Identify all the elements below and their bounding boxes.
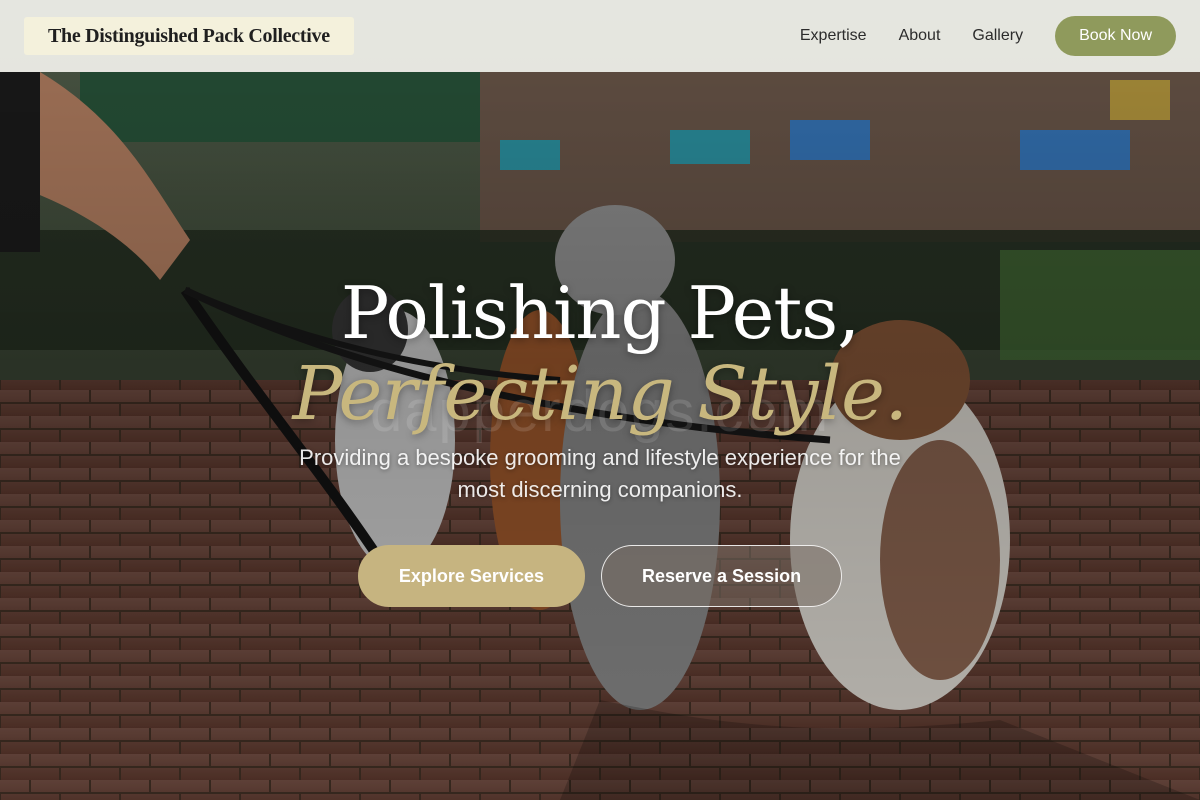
site-logo[interactable]: The Distinguished Pack Collective (24, 17, 354, 55)
headline-line-1: Polishing Pets, (340, 271, 860, 355)
hero-cta-row: Explore Services Reserve a Session (0, 545, 1200, 607)
hero-subtitle: Providing a bespoke grooming and lifesty… (299, 445, 901, 502)
site-header: The Distinguished Pack Collective Expert… (0, 0, 1200, 72)
main-nav: Expertise About Gallery Book Now (800, 16, 1176, 56)
hero-headline: Polishing Pets, Perfecting Style. (0, 270, 1200, 432)
explore-services-button[interactable]: Explore Services (357, 545, 585, 607)
reserve-session-button[interactable]: Reserve a Session (600, 545, 843, 607)
headline-line-2: Perfecting Style. (292, 351, 908, 437)
nav-link-about[interactable]: About (899, 16, 941, 56)
nav-link-gallery[interactable]: Gallery (972, 16, 1023, 56)
book-now-button[interactable]: Book Now (1055, 16, 1176, 56)
nav-link-expertise[interactable]: Expertise (800, 16, 867, 56)
